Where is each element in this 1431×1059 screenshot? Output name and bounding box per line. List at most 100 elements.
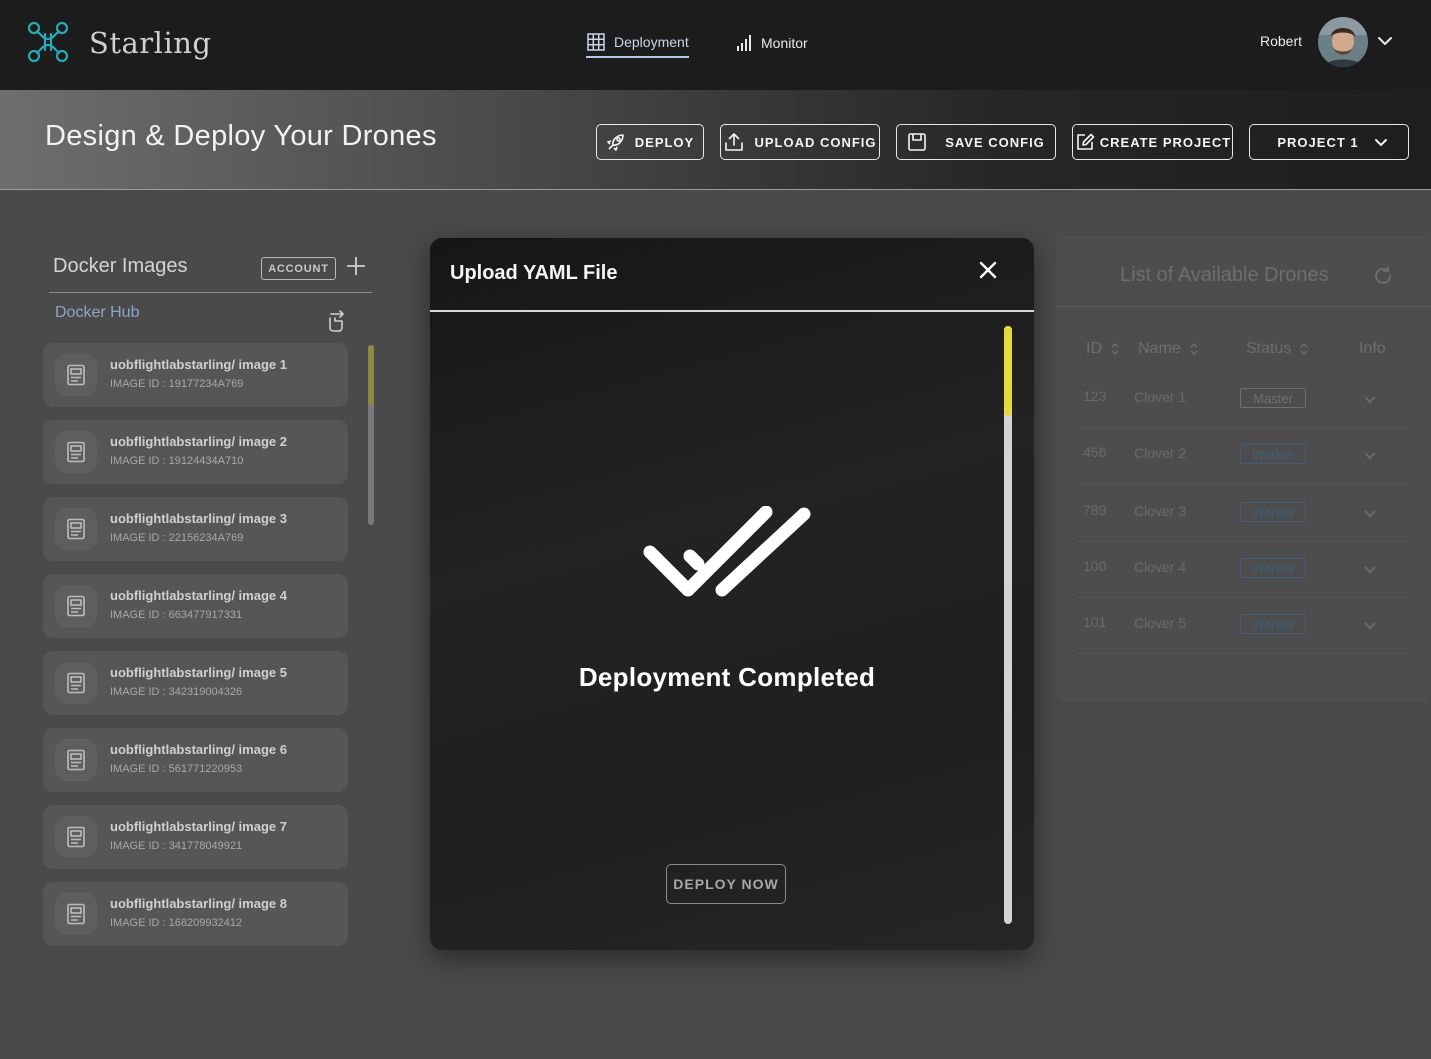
create-project-label: CREATE PROJECT (1099, 134, 1232, 150)
document-icon-wrap (55, 354, 97, 396)
deploy-now-button[interactable]: DEPLOY NOW (666, 864, 786, 904)
document-icon-wrap (55, 893, 97, 935)
drone-id: 100 (1083, 558, 1107, 574)
deployment-status-message: Deployment Completed (578, 662, 876, 692)
plus-icon[interactable] (345, 255, 367, 277)
chevron-down-icon[interactable] (1363, 506, 1377, 520)
top-navbar: Starling Deployment Monitor Robert (0, 0, 1431, 90)
image-name: uobflightlabstarling/ image 6 (110, 742, 287, 757)
signal-bars-icon (737, 35, 751, 51)
document-icon (67, 595, 85, 617)
column-header-name[interactable]: Name (1138, 340, 1199, 358)
docker-images-title: Docker Images (53, 255, 188, 277)
deploy-button[interactable]: DEPLOY (596, 124, 704, 160)
sort-icon (1300, 343, 1308, 355)
docker-image-item[interactable]: uobflightlabstarling/ image 4 IMAGE ID :… (43, 574, 348, 638)
sort-icon (1190, 343, 1198, 355)
brand-name: Starling (89, 26, 212, 60)
scrollbar-thumb[interactable] (1004, 326, 1012, 416)
upload-config-button[interactable]: UPLOAD CONFIG (720, 124, 880, 160)
drone-row[interactable]: 123 Clover 1 Master (1078, 372, 1408, 428)
drone-name: Clover 2 (1134, 445, 1187, 461)
drone-row[interactable]: 789 Clover 3 Worker (1078, 484, 1408, 542)
create-project-button[interactable]: CREATE PROJECT (1072, 124, 1233, 160)
refresh-icon[interactable] (1372, 265, 1394, 287)
drone-id: 101 (1083, 614, 1107, 630)
chevron-down-icon[interactable] (1363, 392, 1377, 406)
image-name: uobflightlabstarling/ image 3 (110, 511, 287, 526)
tab-deployment[interactable]: Deployment (586, 28, 689, 58)
modal-title: Upload YAML File (450, 262, 618, 284)
document-icon (67, 672, 85, 694)
column-header-status-label: Status (1246, 340, 1292, 357)
account-button[interactable]: ACCOUNT (261, 257, 336, 280)
document-icon-wrap (55, 585, 97, 627)
page-title: Design & Deploy Your Drones (45, 120, 437, 152)
tab-monitor-label: Monitor (761, 35, 808, 51)
document-icon (67, 749, 85, 771)
upload-icon (725, 133, 744, 151)
image-name: uobflightlabstarling/ image 7 (110, 819, 287, 834)
document-icon-wrap (55, 816, 97, 858)
chevron-down-icon[interactable] (1363, 618, 1377, 632)
drones-panel: List of Available Drones ID Name Status … (1056, 236, 1431, 702)
column-header-name-label: Name (1138, 340, 1181, 357)
image-name: uobflightlabstarling/ image 5 (110, 665, 287, 680)
column-header-info: Info (1359, 340, 1386, 358)
chevron-down-icon (1374, 139, 1387, 146)
close-icon[interactable] (978, 260, 998, 280)
docker-image-item[interactable]: uobflightlabstarling/ image 1 IMAGE ID :… (43, 343, 348, 407)
docker-image-item[interactable]: uobflightlabstarling/ image 7 IMAGE ID :… (43, 805, 348, 869)
chevron-down-icon[interactable] (1363, 562, 1377, 576)
drone-name: Clover 1 (1134, 389, 1187, 405)
drone-name: Clover 5 (1134, 615, 1187, 631)
edit-icon (1076, 133, 1095, 150)
project-select[interactable]: PROJECT 1 (1249, 124, 1409, 160)
document-icon (67, 518, 85, 540)
drone-row[interactable]: 100 Clover 4 Worker (1078, 542, 1408, 598)
docker-hub-link[interactable]: Docker Hub (55, 304, 139, 322)
status-badge: Worker (1240, 444, 1306, 464)
docker-image-item[interactable]: uobflightlabstarling/ image 5 IMAGE ID :… (43, 651, 348, 715)
status-badge: Worker (1240, 558, 1306, 578)
docker-image-item[interactable]: uobflightlabstarling/ image 2 IMAGE ID :… (43, 420, 348, 484)
status-badge: Worker (1240, 614, 1306, 634)
tab-monitor[interactable]: Monitor (735, 28, 808, 58)
divider (430, 310, 1034, 312)
column-header-info-label: Info (1359, 340, 1386, 357)
chevron-down-icon[interactable] (1363, 448, 1377, 462)
image-id: IMAGE ID : 342319004326 (110, 686, 243, 698)
scrollbar-thumb[interactable] (368, 345, 374, 405)
column-header-id[interactable]: ID (1086, 340, 1120, 358)
save-config-label: SAVE CONFIG (945, 134, 1045, 150)
document-icon (67, 826, 85, 848)
avatar[interactable] (1318, 17, 1368, 67)
image-id: IMAGE ID : 22156234A769 (110, 532, 244, 544)
docker-image-item[interactable]: uobflightlabstarling/ image 3 IMAGE ID :… (43, 497, 348, 561)
user-name[interactable]: Robert (1260, 33, 1302, 49)
divider (49, 292, 372, 293)
grid-icon (587, 33, 605, 51)
docker-image-item[interactable]: uobflightlabstarling/ image 8 IMAGE ID :… (43, 882, 348, 946)
drones-panel-title: List of Available Drones (1120, 264, 1329, 286)
drone-id: 456 (1083, 444, 1107, 460)
rocket-icon (606, 134, 624, 151)
document-icon-wrap (55, 662, 97, 704)
docker-list-scrollbar[interactable] (368, 345, 374, 525)
sort-icon (1111, 343, 1119, 355)
column-header-status[interactable]: Status (1246, 340, 1309, 358)
divider (1056, 306, 1431, 307)
document-icon-wrap (55, 508, 97, 550)
upload-yaml-modal: Upload YAML File Deployment Completed DE… (430, 238, 1034, 950)
drone-row[interactable]: 101 Clover 5 Worker (1078, 598, 1408, 654)
refresh-hand-icon[interactable] (325, 306, 347, 332)
drone-name: Clover 4 (1134, 559, 1187, 575)
modal-scrollbar[interactable] (1004, 326, 1012, 924)
docker-image-item[interactable]: uobflightlabstarling/ image 6 IMAGE ID :… (43, 728, 348, 792)
save-config-button[interactable]: SAVE CONFIG (896, 124, 1056, 160)
starling-logo-icon[interactable] (26, 20, 70, 64)
tab-deployment-label: Deployment (614, 34, 689, 50)
drone-row[interactable]: 456 Clover 2 Worker (1078, 428, 1408, 484)
project-select-value: PROJECT 1 (1277, 134, 1359, 150)
chevron-down-icon[interactable] (1376, 32, 1394, 50)
